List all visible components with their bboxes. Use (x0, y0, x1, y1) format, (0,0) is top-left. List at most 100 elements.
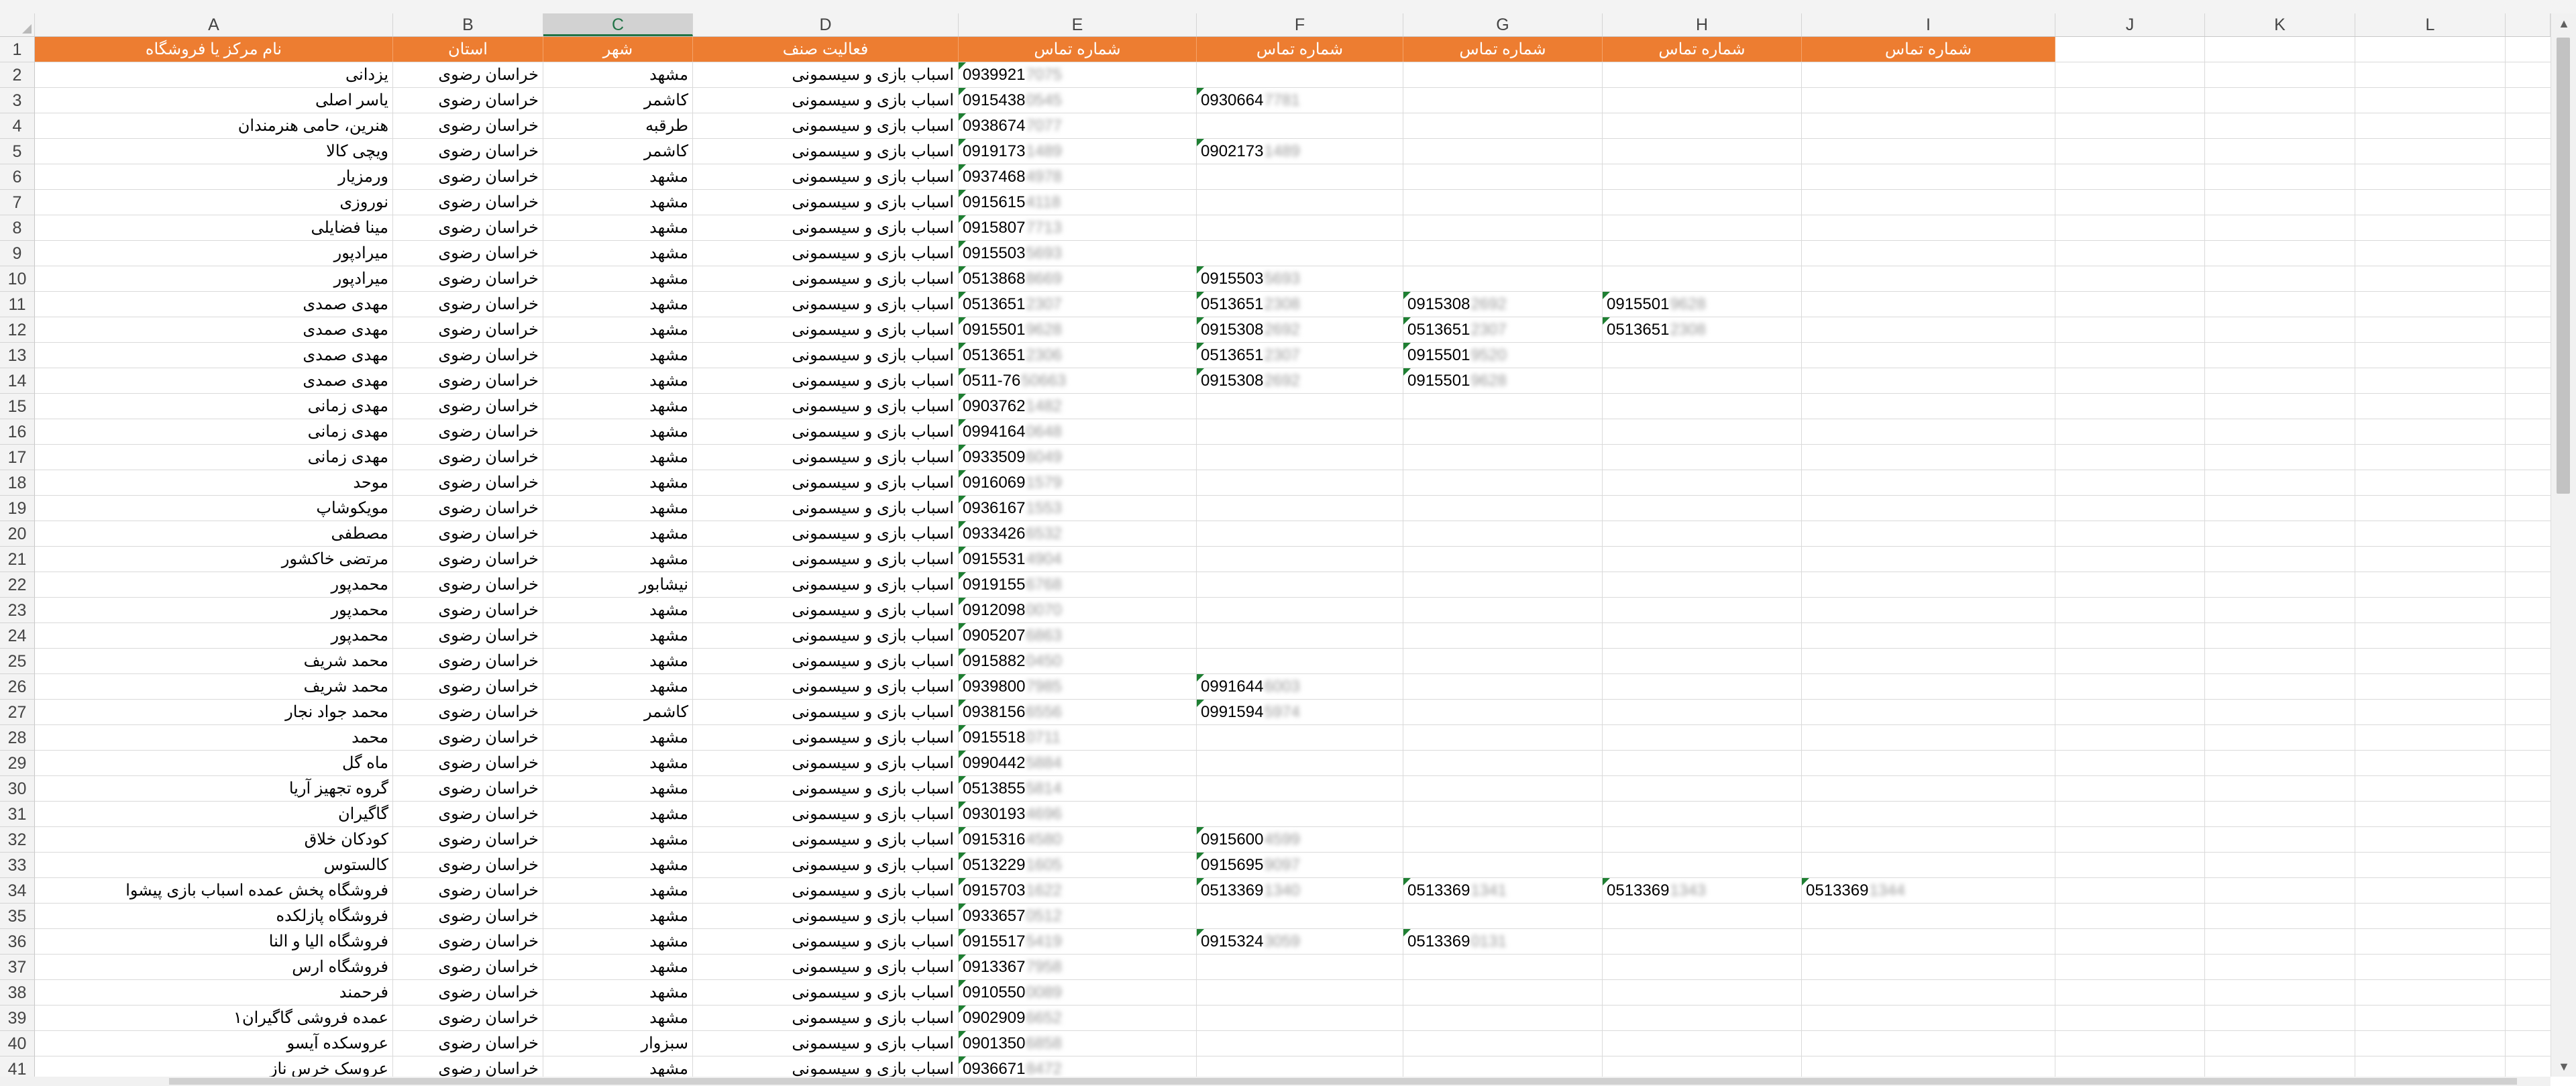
row-header-19[interactable]: 19 (0, 496, 35, 521)
phone-cell[interactable]: 09916446003 (1197, 674, 1403, 699)
header-cell[interactable]: شماره تماس (1603, 37, 1802, 62)
city-cell[interactable]: مشهد (543, 521, 693, 546)
empty-cell[interactable] (2205, 394, 2355, 419)
empty-cell[interactable] (2055, 776, 2205, 801)
phone-cell[interactable] (1802, 674, 2055, 699)
empty-cell[interactable] (2205, 470, 2355, 495)
province-cell[interactable]: خراسان رضوی (393, 700, 543, 724)
row-header-10[interactable]: 10 (0, 266, 35, 292)
store-name-cell[interactable]: عروسک خرس ناز (35, 1056, 393, 1077)
phone-cell[interactable] (1802, 598, 2055, 622)
phone-cell[interactable] (1603, 547, 1802, 572)
store-name-cell[interactable]: میرادپور (35, 241, 393, 266)
empty-cell[interactable] (2055, 419, 2205, 444)
phone-cell[interactable] (1802, 139, 2055, 164)
province-cell[interactable]: خراسان رضوی (393, 419, 543, 444)
store-name-cell[interactable]: نوروزی (35, 190, 393, 215)
empty-cell[interactable] (2055, 292, 2205, 317)
store-name-cell[interactable]: فرحمند (35, 980, 393, 1005)
phone-cell[interactable] (1603, 598, 1802, 622)
city-cell[interactable]: مشهد (543, 317, 693, 342)
phone-cell[interactable]: 09381566556 (959, 700, 1197, 724)
empty-cell[interactable] (2055, 215, 2205, 240)
empty-cell[interactable] (2055, 1031, 2205, 1056)
empty-cell[interactable] (2355, 980, 2506, 1005)
store-name-cell[interactable]: مهدی زمانی (35, 394, 393, 419)
select-all-button[interactable] (0, 13, 35, 36)
province-cell[interactable]: خراسان رضوی (393, 929, 543, 954)
activity-cell[interactable]: اسباب بازی و سیسمونی (693, 853, 959, 877)
phone-cell[interactable] (1802, 1006, 2055, 1030)
empty-cell[interactable] (2205, 802, 2355, 826)
empty-cell[interactable] (2355, 496, 2506, 521)
phone-cell[interactable] (1802, 445, 2055, 470)
row-header-12[interactable]: 12 (0, 317, 35, 343)
phone-cell[interactable]: 05138555814 (959, 776, 1197, 801)
phone-cell[interactable] (1603, 139, 1802, 164)
phone-cell[interactable] (1603, 776, 1802, 801)
phone-cell[interactable] (1603, 751, 1802, 775)
empty-cell[interactable] (2055, 521, 2205, 546)
province-cell[interactable]: خراسان رضوی (393, 343, 543, 368)
column-header-g[interactable]: G (1403, 13, 1603, 36)
empty-cell[interactable] (2205, 725, 2355, 750)
empty-cell[interactable] (2205, 980, 2355, 1005)
phone-cell[interactable]: 09158077713 (959, 215, 1197, 240)
horizontal-scroll-thumb[interactable] (169, 1078, 2517, 1085)
city-cell[interactable]: کاشمر (543, 88, 693, 113)
phone-cell[interactable]: 09361671553 (959, 496, 1197, 521)
phone-cell[interactable] (1802, 317, 2055, 342)
phone-cell[interactable] (1403, 419, 1603, 444)
city-cell[interactable]: مشهد (543, 343, 693, 368)
phone-cell[interactable] (1603, 674, 1802, 699)
phone-cell[interactable] (1603, 394, 1802, 419)
phone-cell[interactable]: 05133690131 (1403, 929, 1603, 954)
store-name-cell[interactable]: موحد (35, 470, 393, 495)
store-name-cell[interactable]: مهدی صمدی (35, 317, 393, 342)
phone-cell[interactable] (1802, 827, 2055, 852)
phone-cell[interactable] (1802, 929, 2055, 954)
phone-cell[interactable] (1603, 929, 1802, 954)
phone-cell[interactable]: 09155019628 (1603, 292, 1802, 317)
city-cell[interactable]: مشهد (543, 215, 693, 240)
phone-cell[interactable] (1603, 802, 1802, 826)
empty-cell[interactable] (2055, 598, 2205, 622)
province-cell[interactable]: خراسان رضوی (393, 878, 543, 903)
phone-cell[interactable]: 05136512306 (959, 343, 1197, 368)
row-header-25[interactable]: 25 (0, 649, 35, 674)
empty-cell[interactable] (2205, 878, 2355, 903)
empty-cell[interactable] (2205, 419, 2355, 444)
province-cell[interactable]: خراسان رضوی (393, 139, 543, 164)
activity-cell[interactable]: اسباب بازی و سیسمونی (693, 700, 959, 724)
phone-cell[interactable]: 05132291605 (959, 853, 1197, 877)
activity-cell[interactable]: اسباب بازی و سیسمونی (693, 598, 959, 622)
city-cell[interactable]: مشهد (543, 470, 693, 495)
empty-cell[interactable] (2205, 62, 2355, 87)
phone-cell[interactable] (1802, 292, 2055, 317)
empty-cell[interactable] (2055, 674, 2205, 699)
column-header-a[interactable]: A (35, 13, 393, 36)
phone-cell[interactable] (1197, 547, 1403, 572)
activity-cell[interactable]: اسباب بازی و سیسمونی (693, 1006, 959, 1030)
province-cell[interactable]: خراسان رضوی (393, 572, 543, 597)
empty-cell[interactable] (2055, 317, 2205, 342)
store-name-cell[interactable]: میرادپور (35, 266, 393, 291)
empty-cell[interactable] (2205, 598, 2355, 622)
province-cell[interactable]: خراسان رضوی (393, 674, 543, 699)
phone-cell[interactable] (1802, 649, 2055, 673)
activity-cell[interactable]: اسباب بازی و سیسمونی (693, 878, 959, 903)
phone-cell[interactable] (1802, 215, 2055, 240)
province-cell[interactable]: خراسان رضوی (393, 751, 543, 775)
header-cell[interactable]: شهر (543, 37, 693, 62)
row-header-16[interactable]: 16 (0, 419, 35, 445)
phone-cell[interactable] (1197, 164, 1403, 189)
province-cell[interactable]: خراسان رضوی (393, 802, 543, 826)
city-cell[interactable]: مشهد (543, 904, 693, 928)
store-name-cell[interactable]: یزدانی (35, 62, 393, 87)
province-cell[interactable]: خراسان رضوی (393, 62, 543, 87)
city-cell[interactable]: مشهد (543, 62, 693, 87)
empty-cell[interactable] (2055, 572, 2205, 597)
empty-cell[interactable] (2055, 113, 2205, 138)
city-cell[interactable]: مشهد (543, 190, 693, 215)
phone-cell[interactable] (1802, 266, 2055, 291)
